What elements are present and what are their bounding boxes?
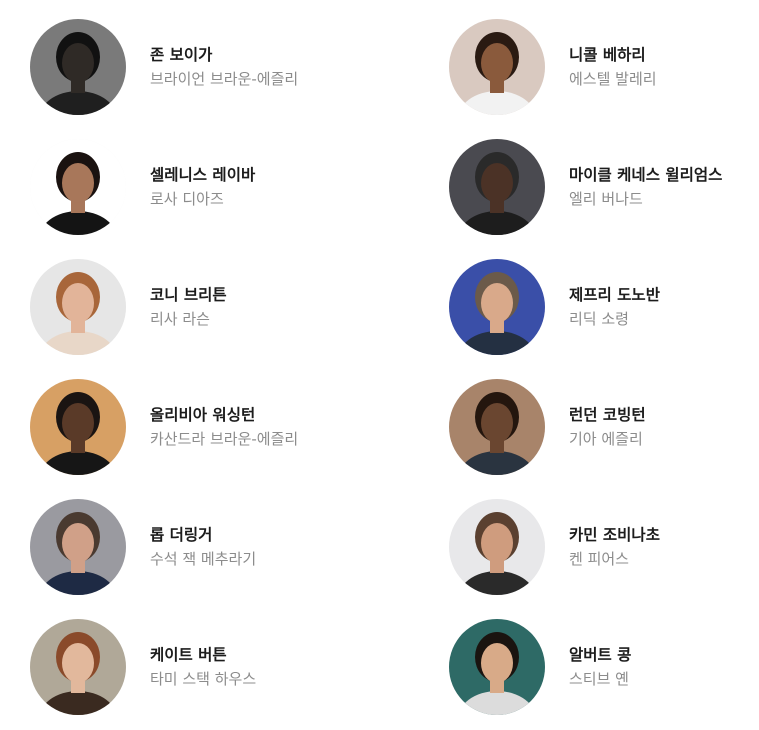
portrait-svg [449, 139, 545, 235]
cast-text: 카민 조비나초 켄 피어스 [569, 524, 660, 570]
portrait-svg [30, 619, 126, 715]
actor-portrait-icon [30, 259, 126, 355]
actor-name: 롭 더링거 [150, 526, 213, 544]
actor-name: 니콜 베하리 [569, 46, 646, 64]
actor-name: 런던 코빙턴 [569, 406, 646, 424]
portrait-svg [30, 259, 126, 355]
cast-text: 롭 더링거 수석 잭 메추라기 [150, 524, 256, 570]
actor-portrait-icon [30, 139, 126, 235]
actor-name: 케이트 버튼 [150, 646, 227, 664]
portrait-svg [449, 379, 545, 475]
portrait-face [62, 283, 94, 323]
cast-text: 알버트 콩 스티브 옌 [569, 644, 631, 690]
role-name: 로사 디아즈 [150, 190, 224, 208]
cast-text: 마이클 케네스 윌리엄스 엘리 버나드 [569, 164, 722, 210]
actor-portrait-icon [30, 19, 126, 115]
role-name: 에스텔 발레리 [569, 70, 657, 88]
cast-item[interactable]: 존 보이가 브라이언 브라운-에즐리 [30, 19, 360, 115]
portrait-svg [449, 499, 545, 595]
role-name: 수석 잭 메추라기 [150, 550, 257, 568]
cast-item[interactable]: 롭 더링거 수석 잭 메추라기 [30, 499, 360, 595]
portrait-face [481, 523, 513, 563]
role-name: 스티브 옌 [569, 670, 629, 688]
cast-text: 케이트 버튼 타미 스택 하우스 [150, 644, 256, 690]
actor-name: 카민 조비나초 [569, 526, 660, 544]
portrait-svg [30, 379, 126, 475]
portrait-face [481, 643, 513, 683]
actor-portrait-icon [30, 619, 126, 715]
actor-name: 제프리 도노반 [569, 286, 660, 304]
cast-item[interactable]: 런던 코빙턴 기아 에즐리 [449, 379, 759, 475]
role-name: 타미 스택 하우스 [150, 670, 257, 688]
role-name: 기아 에즐리 [569, 430, 643, 448]
actor-portrait-icon [449, 19, 545, 115]
actor-portrait-icon [30, 499, 126, 595]
role-name: 카산드라 브라운-에즐리 [150, 430, 299, 448]
portrait-svg [449, 259, 545, 355]
cast-text: 셀레니스 레이바 로사 디아즈 [150, 164, 255, 210]
portrait-face [62, 163, 94, 203]
actor-name: 마이클 케네스 윌리엄스 [569, 166, 723, 184]
portrait-svg [30, 139, 126, 235]
role-name: 리딕 소령 [569, 310, 629, 328]
cast-text: 제프리 도노반 리딕 소령 [569, 284, 660, 330]
actor-portrait-icon [449, 139, 545, 235]
cast-item[interactable]: 케이트 버튼 타미 스택 하우스 [30, 619, 360, 715]
actor-portrait-icon [30, 379, 126, 475]
portrait-face [481, 403, 513, 443]
portrait-face [481, 43, 513, 83]
cast-item[interactable]: 알버트 콩 스티브 옌 [449, 619, 759, 715]
cast-text: 올리비아 워싱턴 카산드라 브라운-에즐리 [150, 404, 298, 450]
actor-portrait-icon [449, 259, 545, 355]
actor-portrait-icon [449, 619, 545, 715]
actor-name: 코니 브리튼 [150, 286, 227, 304]
cast-text: 코니 브리튼 리사 라슨 [150, 284, 227, 330]
role-name: 브라이언 브라운-에즐리 [150, 70, 299, 88]
cast-item[interactable]: 올리비아 워싱턴 카산드라 브라운-에즐리 [30, 379, 360, 475]
cast-grid: 존 보이가 브라이언 브라운-에즐리 니콜 베하리 에스텔 발레리 셀레니스 레… [0, 0, 759, 730]
portrait-svg [449, 19, 545, 115]
role-name: 엘리 버나드 [569, 190, 643, 208]
portrait-face [481, 163, 513, 203]
portrait-face [481, 283, 513, 323]
portrait-face [62, 43, 94, 83]
cast-item[interactable]: 셀레니스 레이바 로사 디아즈 [30, 139, 360, 235]
role-name: 리사 라슨 [150, 310, 210, 328]
cast-item[interactable]: 코니 브리튼 리사 라슨 [30, 259, 360, 355]
cast-text: 존 보이가 브라이언 브라운-에즐리 [150, 44, 298, 90]
cast-text: 니콜 베하리 에스텔 발레리 [569, 44, 657, 90]
actor-name: 올리비아 워싱턴 [150, 406, 256, 424]
cast-text: 런던 코빙턴 기아 에즐리 [569, 404, 646, 450]
cast-item[interactable]: 마이클 케네스 윌리엄스 엘리 버나드 [449, 139, 759, 235]
portrait-svg [449, 619, 545, 715]
actor-name: 셀레니스 레이바 [150, 166, 256, 184]
portrait-face [62, 523, 94, 563]
cast-item[interactable]: 제프리 도노반 리딕 소령 [449, 259, 759, 355]
portrait-face [62, 643, 94, 683]
actor-portrait-icon [449, 499, 545, 595]
cast-item[interactable]: 니콜 베하리 에스텔 발레리 [449, 19, 759, 115]
actor-portrait-icon [449, 379, 545, 475]
portrait-svg [30, 499, 126, 595]
role-name: 켄 피어스 [569, 550, 629, 568]
actor-name: 알버트 콩 [569, 646, 632, 664]
portrait-svg [30, 19, 126, 115]
actor-name: 존 보이가 [150, 46, 213, 64]
portrait-face [62, 403, 94, 443]
cast-item[interactable]: 카민 조비나초 켄 피어스 [449, 499, 759, 595]
